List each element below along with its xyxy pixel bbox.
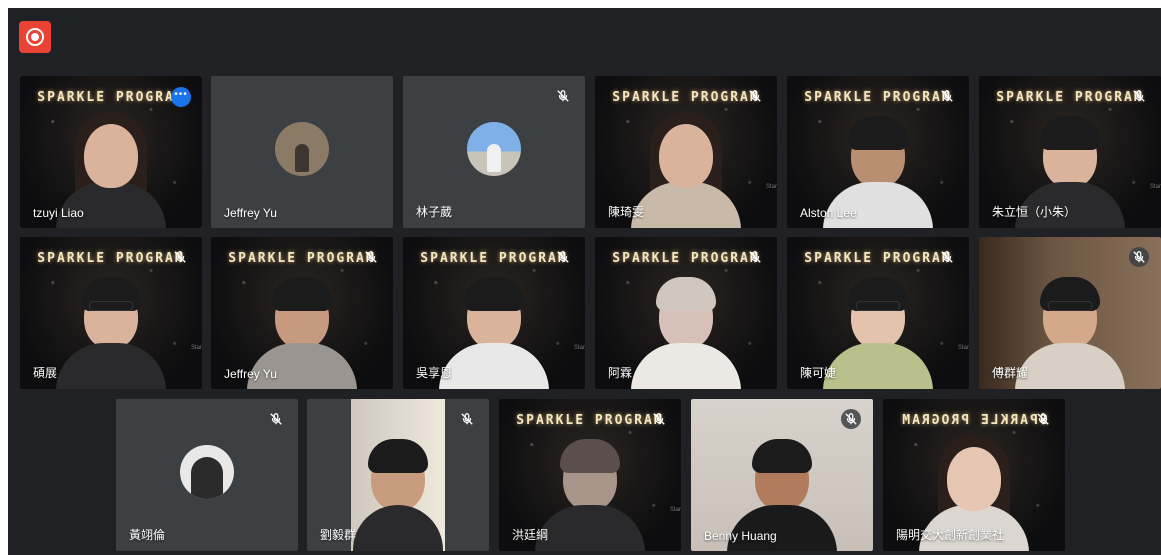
participant-tile[interactable]: 黃翊倫	[116, 399, 298, 551]
mic-off-icon	[1033, 409, 1053, 429]
record-dot	[31, 33, 39, 41]
recording-button[interactable]	[19, 21, 51, 53]
corner-tag: Star	[957, 345, 969, 351]
mic-off-icon	[457, 409, 477, 429]
participant-name: 陳琦雯	[608, 205, 645, 219]
participant-tile[interactable]: 林子葳	[403, 76, 585, 228]
participant-name: tzuyi Liao	[33, 206, 84, 220]
participant-name: Alston Lee	[800, 206, 857, 220]
participant-tile[interactable]: SPARKLE PROGRAM Star 朱立恒（小朱）	[979, 76, 1161, 228]
participant-name: Jeffrey Yu	[224, 206, 277, 220]
mic-off-icon	[1129, 247, 1149, 267]
mic-off-icon	[745, 247, 765, 267]
mic-off-icon	[266, 409, 286, 429]
participant-name: 林子葳	[416, 205, 453, 219]
participant-name: 朱立恒（小朱）	[992, 205, 1077, 219]
mic-off-icon	[937, 86, 957, 106]
mic-off-icon	[553, 247, 573, 267]
participant-avatar	[180, 445, 234, 499]
meeting-grid: SPARKLE PROGRAM ••• tzuyi Liao Jeffrey Y…	[8, 8, 1161, 555]
participant-name: 傅群耀	[992, 366, 1029, 380]
mic-off-icon	[361, 247, 381, 267]
more-options-icon[interactable]: •••	[171, 87, 191, 107]
participant-tile[interactable]: 劉毅群	[307, 399, 489, 551]
participant-tile[interactable]: SPARKLE PROGRAM 阿霖	[595, 237, 777, 389]
participant-name: Jeffrey Yu	[224, 367, 277, 381]
participant-name: 洪廷綱	[512, 528, 549, 542]
participant-tile[interactable]: SPARKLE PROGRAM Jeffrey Yu	[211, 237, 393, 389]
participant-name: Benny Huang	[704, 529, 777, 543]
corner-tag: Star	[765, 184, 777, 190]
participant-tile[interactable]: 傅群耀	[979, 237, 1161, 389]
mic-off-icon	[1129, 86, 1149, 106]
corner-tag: Star	[1149, 184, 1161, 190]
participant-name: 碩展	[33, 366, 58, 380]
participant-name: 吳享恩	[416, 366, 453, 380]
participant-tile[interactable]: SPARKLE PROGRAM Alston Lee	[787, 76, 969, 228]
participant-tile[interactable]: SPARKLE PROGRAM 陽明交大創新創業社	[883, 399, 1065, 551]
mic-off-icon	[170, 247, 190, 267]
participant-avatar	[275, 122, 329, 176]
participant-name: 陽明交大創新創業社	[896, 528, 1005, 542]
participant-avatar	[467, 122, 521, 176]
corner-tag: Star	[669, 507, 681, 513]
participant-name: 陳可婕	[800, 366, 837, 380]
participant-tile[interactable]: SPARKLE PROGRAM Star 陳琦雯	[595, 76, 777, 228]
corner-tag: Star	[190, 345, 202, 351]
mic-off-icon	[553, 86, 573, 106]
participant-video-frame	[351, 399, 445, 551]
participant-name: 劉毅群	[320, 528, 357, 542]
participant-tile[interactable]: Benny Huang	[691, 399, 873, 551]
participant-name: 阿霖	[608, 366, 633, 380]
corner-tag: Star	[573, 345, 585, 351]
mic-off-icon	[649, 409, 669, 429]
mic-off-icon	[841, 409, 861, 429]
mic-off-icon	[745, 86, 765, 106]
participant-tile[interactable]: Jeffrey Yu	[211, 76, 393, 228]
participant-tile[interactable]: SPARKLE PROGRAM Star 陳可婕	[787, 237, 969, 389]
participant-tile[interactable]: SPARKLE PROGRAM ••• tzuyi Liao	[20, 76, 202, 228]
participant-tile[interactable]: SPARKLE PROGRAM Star 洪廷綱	[499, 399, 681, 551]
participant-tile[interactable]: SPARKLE PROGRAM Star 碩展	[20, 237, 202, 389]
mic-off-icon	[937, 247, 957, 267]
participant-name: 黃翊倫	[129, 528, 166, 542]
participant-tile[interactable]: SPARKLE PROGRAM Star 吳享恩	[403, 237, 585, 389]
